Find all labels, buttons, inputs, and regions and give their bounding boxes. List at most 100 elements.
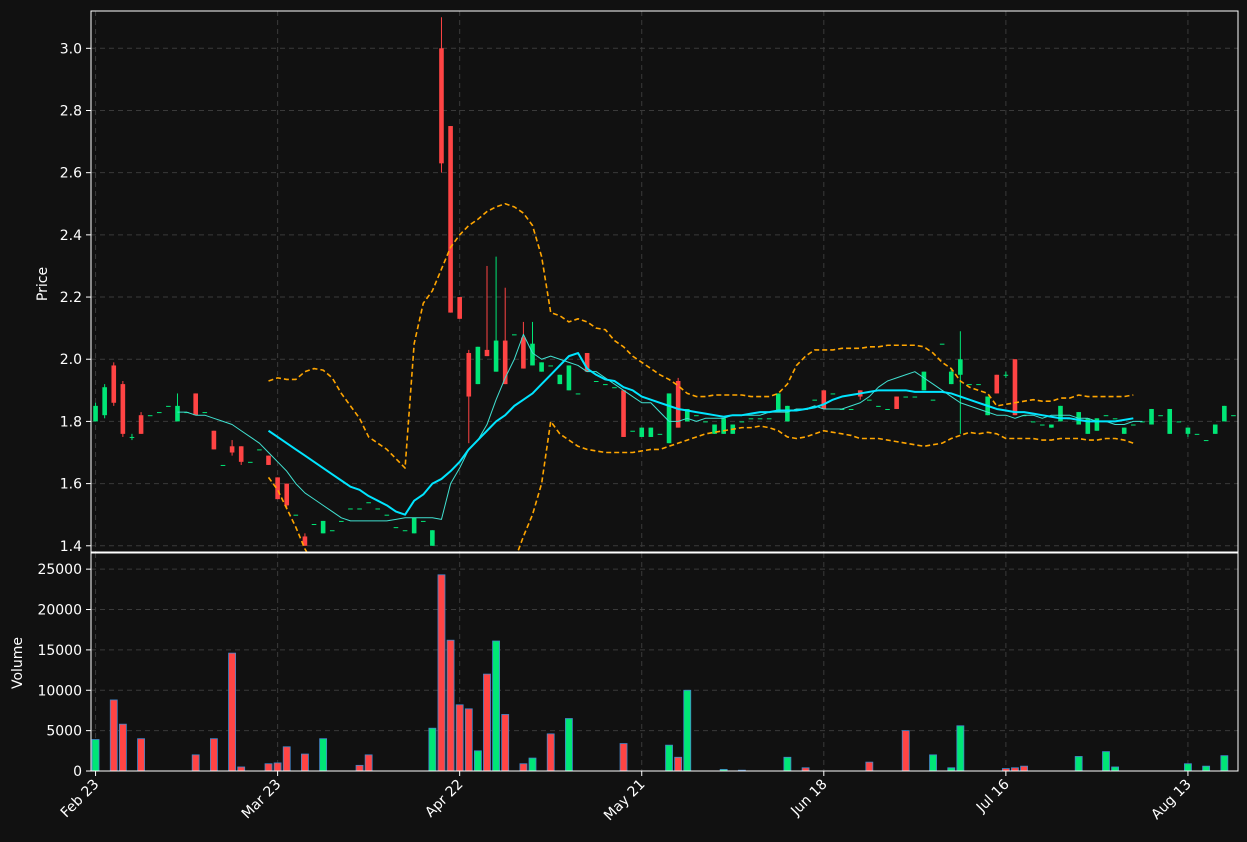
candle-down — [821, 390, 827, 409]
candle-up — [539, 362, 544, 372]
candle-up — [766, 418, 772, 420]
volume-tick-label: 0 — [73, 764, 82, 780]
volume-bar — [1020, 765, 1028, 771]
candle-up — [848, 408, 854, 410]
volume-bar — [865, 761, 874, 771]
candle-up — [648, 427, 654, 437]
volume-bar — [1202, 765, 1211, 771]
candle-up — [657, 433, 663, 435]
candle-up — [739, 421, 745, 423]
price-axis-label: Price — [35, 267, 51, 301]
candle-up — [876, 405, 881, 407]
volume-bar — [264, 763, 273, 771]
volume-tick-label: 25000 — [37, 562, 82, 578]
volume-bar — [501, 714, 510, 771]
price-tick-label: 1.8 — [60, 414, 82, 430]
volume-bar — [355, 764, 364, 771]
candle-up — [775, 393, 781, 413]
candle-up — [348, 508, 353, 510]
volume-bar — [109, 699, 118, 771]
candle-up — [475, 346, 481, 385]
candle-up — [612, 387, 617, 389]
candle-up — [785, 405, 790, 422]
volume-bar — [118, 723, 127, 771]
volume-bar — [528, 757, 537, 771]
candle-up — [921, 371, 927, 391]
candle-down — [138, 415, 144, 434]
candle-up — [329, 530, 335, 532]
volume-bar — [364, 754, 373, 771]
volume-bar — [273, 762, 282, 771]
candle-down — [111, 365, 117, 403]
candle-down — [994, 374, 1000, 394]
volume-bar — [455, 704, 464, 771]
volume-bar — [301, 753, 309, 771]
candle-down — [1012, 359, 1018, 416]
price-tick-label: 2.2 — [60, 290, 82, 306]
candle-up — [393, 527, 399, 529]
candle-down — [484, 349, 490, 357]
candle-up — [375, 508, 381, 510]
candle-up — [830, 393, 836, 395]
candle-down — [120, 384, 126, 434]
candle-up — [885, 408, 890, 410]
volume-bar — [674, 756, 683, 771]
volume-bar — [492, 640, 500, 771]
volume-bar — [319, 738, 328, 771]
volume-tick-label: 5000 — [46, 724, 82, 740]
volume-bar — [446, 639, 455, 771]
candle-up — [1158, 415, 1163, 417]
price-tick-label: 2.6 — [60, 166, 82, 182]
volume-axis-label: Volume — [10, 637, 26, 689]
price-tick-label: 1.6 — [60, 477, 82, 493]
candle-up — [593, 380, 599, 382]
volume-bar — [683, 689, 692, 771]
volume-bar — [237, 766, 246, 771]
price-tick-label: 2.8 — [60, 103, 82, 119]
candle-up — [967, 384, 972, 386]
candle-up — [1185, 427, 1191, 434]
candle-up — [639, 427, 645, 437]
volume-bar — [956, 725, 965, 771]
candle-up — [958, 359, 963, 375]
candle-up — [939, 343, 945, 345]
candle-up — [557, 374, 563, 385]
candle-up — [293, 514, 299, 516]
candle-up — [1112, 418, 1118, 420]
candle-up — [1231, 415, 1236, 417]
candle-up — [1212, 424, 1218, 434]
candle-down — [193, 393, 198, 416]
candle-down — [229, 446, 235, 453]
stock-chart: 1.4 1.6 1.8 2.0 2.2 2.4 2.6 2.8 3.0 0 5000 10000 15… — [0, 0, 1247, 842]
candle-up — [93, 405, 98, 422]
volume-bar — [929, 754, 937, 771]
candle-down — [448, 126, 453, 313]
candle-up — [129, 436, 135, 438]
candle-up — [493, 340, 499, 372]
volume-bar — [619, 743, 628, 771]
volume-bar — [1074, 756, 1083, 771]
candle-up — [930, 399, 936, 401]
candle-up — [812, 399, 818, 401]
volume-bar — [546, 733, 555, 771]
volume-bar — [191, 754, 200, 771]
candle-down — [284, 483, 290, 506]
volume-bar — [483, 673, 491, 771]
candle-up — [694, 415, 699, 417]
candle-up — [1203, 440, 1209, 442]
candle-down — [466, 353, 472, 397]
candle-up — [175, 405, 180, 422]
candle-up — [1121, 427, 1127, 434]
volume-bar — [437, 574, 446, 771]
candle-up — [166, 405, 171, 407]
candle-up — [248, 461, 253, 463]
candle-down — [621, 390, 626, 437]
volume-bar — [228, 652, 236, 771]
volume-tick-label: 10000 — [37, 683, 82, 699]
candle-up — [147, 415, 153, 417]
volume-bar — [1220, 755, 1229, 771]
candle-down — [238, 446, 244, 462]
price-tick-label: 3.0 — [60, 41, 82, 57]
volume-tick-label: 15000 — [37, 643, 82, 659]
candle-up — [357, 508, 362, 510]
